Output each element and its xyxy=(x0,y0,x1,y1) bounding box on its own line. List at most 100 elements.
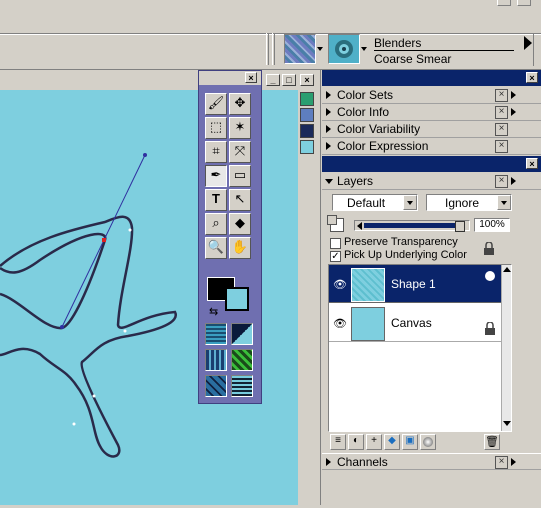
section-menu-icon[interactable] xyxy=(511,91,516,99)
brush-category-label[interactable]: Blenders xyxy=(374,36,514,51)
anchor-point xyxy=(128,228,132,232)
grip-handle[interactable] xyxy=(266,33,269,65)
eye-icon[interactable]: 👁 xyxy=(333,278,347,291)
layer-commands-icon[interactable]: ≡ xyxy=(330,434,346,450)
channels-section[interactable]: Channels × xyxy=(322,453,541,470)
bezier-handle-point xyxy=(143,153,147,157)
layer-adjuster-tool[interactable]: ✥ xyxy=(229,93,251,115)
document-minimize-button[interactable]: _ xyxy=(266,74,280,86)
brush-category-dropdown[interactable] xyxy=(316,34,324,64)
color-sets-section[interactable]: Color Sets × xyxy=(322,87,541,104)
toolbox-title-bar: × xyxy=(199,71,261,85)
expand-icon[interactable] xyxy=(326,91,331,99)
pattern-selector[interactable] xyxy=(205,349,227,371)
weaving-selector[interactable] xyxy=(231,349,253,371)
slider-thumb[interactable] xyxy=(455,221,465,232)
create-mask-icon[interactable]: ▣ xyxy=(402,434,418,450)
close-section-icon[interactable]: × xyxy=(495,123,508,136)
layer-mask-icon[interactable]: ◆ xyxy=(384,434,400,450)
slider-left-arrow[interactable] xyxy=(357,222,362,230)
swatch[interactable] xyxy=(300,92,314,106)
paint-bucket-tool[interactable]: ◆ xyxy=(229,213,251,235)
pen-tool[interactable]: ✒ xyxy=(205,165,227,187)
trash-icon[interactable]: 🗑 xyxy=(484,434,500,450)
lasso-tool[interactable]: ⤧ xyxy=(229,141,251,163)
shape-selection-tool[interactable]: ↖ xyxy=(229,189,251,211)
layer-row[interactable]: 👁 Canvas xyxy=(329,304,501,342)
look-selector[interactable] xyxy=(231,375,253,397)
brush-bar-divider xyxy=(533,34,534,66)
swap-colors-icon[interactable]: ⇆ xyxy=(209,305,218,318)
grip-handle-2[interactable] xyxy=(272,33,275,65)
layer-row-selected[interactable]: 👁 Shape 1 xyxy=(329,265,501,303)
new-layer-icon[interactable]: + xyxy=(366,434,382,450)
bezier-handle-point xyxy=(60,325,64,329)
rect-selection-tool[interactable]: ⬚ xyxy=(205,117,227,139)
grabber-tool[interactable]: ✋ xyxy=(229,237,251,259)
expand-icon[interactable] xyxy=(326,108,331,116)
preserve-transparency-label[interactable]: Preserve Transparency xyxy=(344,236,458,248)
color-info-section[interactable]: Color Info × xyxy=(322,104,541,121)
section-menu-icon[interactable] xyxy=(511,108,516,116)
dropdown-button[interactable] xyxy=(497,195,511,210)
brush-variant-label[interactable]: Coarse Smear xyxy=(374,52,514,66)
toolbox-close-button[interactable]: × xyxy=(245,72,257,83)
collapse-icon[interactable] xyxy=(325,179,333,184)
magnifier-tool[interactable]: 🔍 xyxy=(205,237,227,259)
close-section-icon[interactable]: × xyxy=(495,89,508,102)
close-section-icon[interactable]: × xyxy=(495,456,508,469)
close-section-icon[interactable]: × xyxy=(495,106,508,119)
gradient-selector[interactable] xyxy=(231,323,253,345)
scroll-up-arrow[interactable] xyxy=(503,267,511,272)
layer-thumbnail xyxy=(351,307,385,341)
composite-depth-select[interactable]: Ignore xyxy=(426,194,512,211)
nozzle-selector[interactable] xyxy=(205,375,227,397)
brush-variant-dropdown[interactable] xyxy=(360,34,368,64)
new-layer-mask-icon[interactable] xyxy=(420,434,436,450)
expand-icon[interactable] xyxy=(326,125,331,133)
swatch[interactable] xyxy=(300,140,314,154)
window-restore-button[interactable] xyxy=(497,0,511,6)
composite-method-select[interactable]: Default xyxy=(332,194,418,211)
brush-variant-icon[interactable] xyxy=(328,34,360,64)
brush-tool[interactable]: 🖌 xyxy=(205,93,227,115)
pick-up-color-label[interactable]: Pick Up Underlying Color xyxy=(344,249,467,261)
brush-dab-icon xyxy=(335,40,353,58)
scroll-down-arrow[interactable] xyxy=(503,421,511,426)
text-tool[interactable]: T xyxy=(205,189,227,211)
opacity-value-field[interactable]: 100% xyxy=(474,218,510,232)
expand-icon[interactable] xyxy=(326,458,331,466)
document-maximize-button[interactable]: □ xyxy=(282,74,296,86)
crop-tool[interactable]: ⌗ xyxy=(205,141,227,163)
color-variability-section[interactable]: Color Variability × xyxy=(322,121,541,138)
pick-up-color-checkbox[interactable]: ✓ xyxy=(330,251,341,262)
section-menu-icon[interactable] xyxy=(511,177,516,185)
close-section-icon[interactable]: × xyxy=(495,140,508,153)
layers-close-button[interactable]: × xyxy=(526,158,538,169)
layers-header[interactable]: Layers × xyxy=(322,173,541,190)
secondary-color-swatch[interactable] xyxy=(225,287,249,311)
swatch[interactable] xyxy=(300,108,314,122)
opacity-slider[interactable] xyxy=(354,220,470,232)
preserve-transparency-checkbox[interactable] xyxy=(330,238,341,249)
magic-wand-tool[interactable]: ✶ xyxy=(229,117,251,139)
layer-list-scrollbar[interactable] xyxy=(501,265,511,431)
brush-category-icon[interactable] xyxy=(284,34,316,64)
rectangle-shape-tool[interactable]: ▭ xyxy=(229,165,251,187)
document-close-button[interactable]: × xyxy=(300,74,314,86)
paper-selector[interactable] xyxy=(205,323,227,345)
window-close-button[interactable] xyxy=(517,0,531,6)
brush-bar-expand-icon[interactable] xyxy=(524,36,532,50)
expand-icon[interactable] xyxy=(326,142,331,150)
section-menu-icon[interactable] xyxy=(511,458,516,466)
swatch[interactable] xyxy=(300,124,314,138)
color-expression-section[interactable]: Color Expression × xyxy=(322,138,541,155)
lock-layer-icon[interactable] xyxy=(482,241,496,256)
composite-method-value: Default xyxy=(347,196,386,210)
dynamic-plugins-icon[interactable]: ◐ xyxy=(348,434,364,450)
dropper-tool[interactable]: ⌕ xyxy=(205,213,227,235)
eye-icon[interactable]: 👁 xyxy=(333,317,347,330)
color-palettes-close-button[interactable]: × xyxy=(526,72,538,83)
close-section-icon[interactable]: × xyxy=(495,175,508,188)
dropdown-button[interactable] xyxy=(403,195,417,210)
